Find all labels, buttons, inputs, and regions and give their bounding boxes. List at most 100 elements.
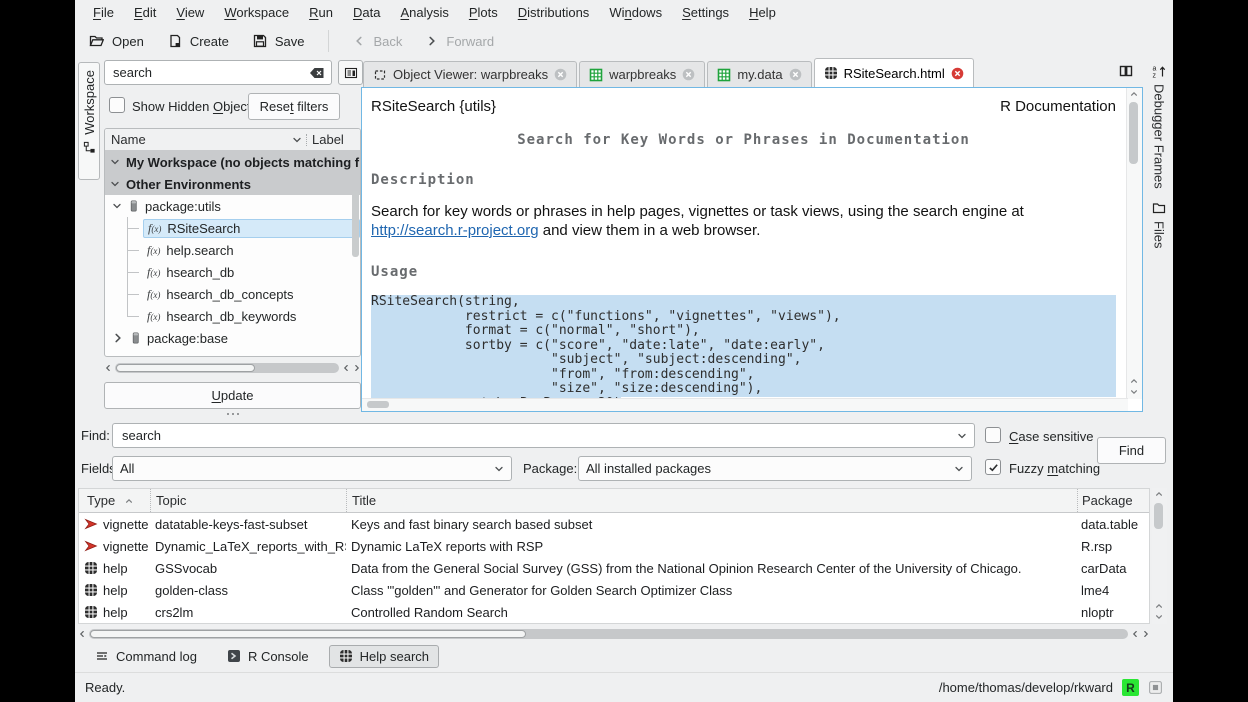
- open-button[interactable]: Open: [89, 34, 144, 49]
- find-input[interactable]: [120, 427, 951, 444]
- dock-tab-command-log[interactable]: Command log: [85, 645, 207, 668]
- menu-run[interactable]: Run: [299, 0, 343, 26]
- show-hidden-checkbox[interactable]: [109, 97, 125, 113]
- package-combobox[interactable]: All installed packages: [578, 456, 972, 481]
- result-row-crs2lm[interactable]: helpcrs2lmControlled Random Searchnloptr: [79, 601, 1149, 623]
- scrollbar-track[interactable]: [89, 629, 1128, 639]
- chevron-down-icon[interactable]: [957, 431, 967, 441]
- scrollbar-thumb[interactable]: [1154, 503, 1163, 529]
- stop-icon[interactable]: [1148, 680, 1163, 695]
- tree-item-hsearch-db-keywords[interactable]: f(x)hsearch_db_keywords: [105, 305, 360, 327]
- column-type[interactable]: Type: [79, 489, 150, 512]
- column-topic[interactable]: Topic: [150, 489, 346, 512]
- menu-distributions[interactable]: Distributions: [508, 0, 600, 26]
- tab-warpbreaks[interactable]: warpbreaks: [579, 61, 705, 87]
- split-view-icon[interactable]: [1119, 64, 1133, 78]
- menu-workspace[interactable]: Workspace: [214, 0, 299, 26]
- tree-item-hsearch-db-concepts[interactable]: f(x)hsearch_db_concepts: [105, 283, 360, 305]
- tree-item-package-base[interactable]: package:base: [105, 327, 360, 349]
- update-button[interactable]: Update: [104, 382, 361, 409]
- chevron-down-icon[interactable]: [292, 135, 302, 145]
- usage-code-block[interactable]: RSiteSearch(string, restrict = c("functi…: [371, 295, 1116, 399]
- column-label[interactable]: Label: [312, 132, 354, 147]
- result-row-dynamic-latex-reports-with-rsp[interactable]: vignetteDynamic_LaTeX_reports_with_RSPDy…: [79, 535, 1149, 557]
- chevron-up-icon[interactable]: [1130, 90, 1138, 98]
- chevron-left-icon[interactable]: [1131, 630, 1139, 638]
- filter-config-button[interactable]: [338, 60, 363, 85]
- workspace-search-input[interactable]: [111, 64, 305, 81]
- menu-edit[interactable]: Edit: [124, 0, 166, 26]
- tab-object-viewer-warpbreaks[interactable]: Object Viewer: warpbreaks: [363, 61, 577, 87]
- chevron-down-icon[interactable]: [1155, 613, 1163, 621]
- chevron-up-icon[interactable]: [1155, 602, 1163, 610]
- tree-horizontal-scrollbar[interactable]: [104, 361, 361, 374]
- column-package[interactable]: Package: [1077, 489, 1149, 512]
- menu-windows[interactable]: Windows: [599, 0, 672, 26]
- dock-tab-help-search[interactable]: Help search: [329, 645, 439, 668]
- chevron-left-icon[interactable]: [342, 364, 350, 372]
- menu-settings[interactable]: Settings: [672, 0, 739, 26]
- forward-button[interactable]: Forward: [426, 34, 494, 49]
- menu-help[interactable]: Help: [739, 0, 786, 26]
- save-button[interactable]: Save: [253, 34, 305, 49]
- chevron-up-icon[interactable]: [1155, 490, 1163, 498]
- help-vertical-scrollbar[interactable]: [1126, 88, 1142, 399]
- chevron-down-icon[interactable]: [494, 464, 504, 474]
- chevron-right-icon[interactable]: [353, 364, 361, 372]
- tree-vertical-scrollbar[interactable]: [352, 191, 359, 257]
- chevron-up-icon[interactable]: [1130, 377, 1138, 385]
- chevron-left-icon[interactable]: [104, 364, 112, 372]
- scrollbar-thumb[interactable]: [90, 630, 526, 638]
- working-directory: /home/thomas/develop/rkward: [939, 680, 1113, 695]
- right-dock-strip: azDebugger Frames Files: [1145, 56, 1173, 418]
- chevron-down-icon[interactable]: [1130, 388, 1138, 396]
- create-button[interactable]: Create: [168, 34, 229, 49]
- result-row-golden-class[interactable]: helpgolden-classClass '"golden"' and Gen…: [79, 579, 1149, 601]
- search-site-link[interactable]: http://search.r-project.org: [371, 222, 539, 239]
- results-vertical-scrollbar[interactable]: [1152, 488, 1167, 624]
- menu-plots[interactable]: Plots: [459, 0, 508, 26]
- tab-rsitesearch-html[interactable]: RSiteSearch.html: [814, 58, 974, 87]
- help-horizontal-scrollbar[interactable]: [362, 398, 1128, 411]
- case-sensitive-checkbox[interactable]: [985, 427, 1001, 443]
- result-row-gssvocab[interactable]: helpGSSvocabData from the General Social…: [79, 557, 1149, 579]
- tab-my-data[interactable]: my.data: [707, 61, 811, 87]
- dock-tab-debugger-frames[interactable]: azDebugger Frames: [1152, 64, 1167, 189]
- object-tree: Name Label My Workspace (no objects matc…: [104, 128, 361, 357]
- menu-file[interactable]: File: [83, 0, 124, 26]
- tree-item-rsitesearch[interactable]: f(x)RSiteSearch: [105, 217, 360, 239]
- fields-combobox[interactable]: All: [112, 456, 512, 481]
- tree-item-other-environments[interactable]: Other Environments: [105, 173, 360, 195]
- menu-analysis[interactable]: Analysis: [390, 0, 458, 26]
- workspace-dock-tab[interactable]: Workspace: [78, 62, 100, 180]
- dock-tab-r-console[interactable]: R Console: [217, 645, 319, 668]
- find-button[interactable]: Find: [1097, 437, 1166, 464]
- tree-item-hsearch-db[interactable]: f(x)hsearch_db: [105, 261, 360, 283]
- tree-header[interactable]: Name Label: [105, 129, 360, 151]
- tree-item-help-search[interactable]: f(x)help.search: [105, 239, 360, 261]
- column-title[interactable]: Title: [346, 489, 1077, 512]
- back-button[interactable]: Back: [353, 34, 402, 49]
- workspace-search-box[interactable]: [104, 60, 332, 85]
- description-heading: Description: [371, 172, 1116, 188]
- column-name[interactable]: Name: [111, 132, 288, 147]
- chevron-left-icon[interactable]: [78, 630, 86, 638]
- dock-tab-files[interactable]: Files: [1152, 201, 1167, 248]
- find-combobox[interactable]: [112, 423, 975, 448]
- fuzzy-matching-checkbox[interactable]: [985, 459, 1001, 475]
- reset-filters-button[interactable]: Reset filters: [248, 93, 340, 120]
- scrollbar-track[interactable]: [115, 363, 339, 373]
- tree-item-my-workspace-no-objects-matching-filter[interactable]: My Workspace (no objects matching filter…: [105, 151, 360, 173]
- scrollbar-thumb[interactable]: [367, 401, 389, 408]
- tree-item-package-utils[interactable]: package:utils: [105, 195, 360, 217]
- result-row-datatable-keys-fast-subset[interactable]: vignettedatatable-keys-fast-subsetKeys a…: [79, 513, 1149, 535]
- clear-icon[interactable]: [309, 67, 325, 79]
- results-horizontal-scrollbar[interactable]: [78, 627, 1150, 640]
- chevron-right-icon[interactable]: [1142, 630, 1150, 638]
- menu-view[interactable]: View: [166, 0, 214, 26]
- menu-data[interactable]: Data: [343, 0, 390, 26]
- scrollbar-thumb[interactable]: [1129, 102, 1138, 164]
- scrollbar-thumb[interactable]: [116, 364, 255, 372]
- panel-splitter-handle[interactable]: [227, 413, 229, 415]
- chevron-down-icon[interactable]: [954, 464, 964, 474]
